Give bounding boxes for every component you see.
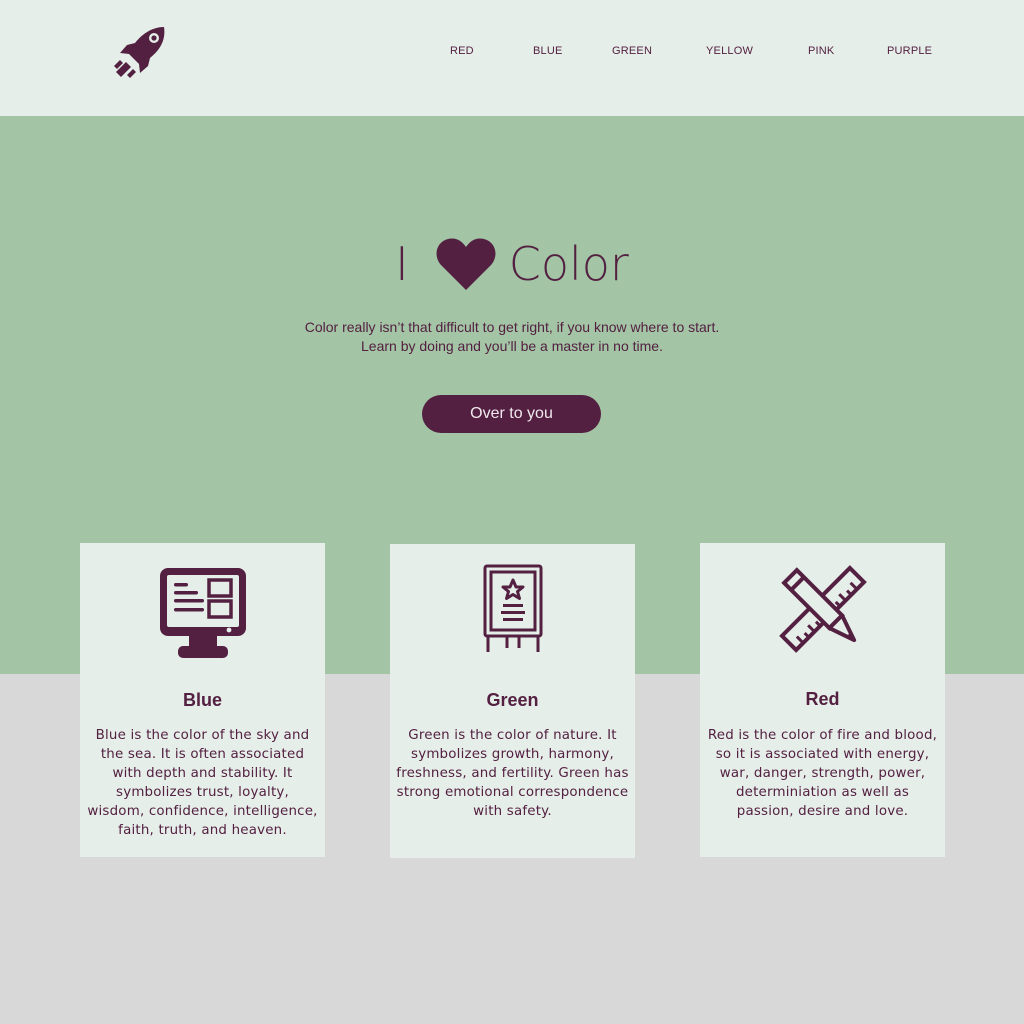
- hero-subtitle: Color really isn’t that difficult to get…: [0, 318, 1024, 356]
- card-title: Blue: [182, 690, 222, 710]
- site-header: RED BLUE GREEN YELLOW PINK PURPLE: [0, 0, 1024, 116]
- card-green: Green Green is the color of nature. It s…: [390, 544, 635, 858]
- card-text: Blue is the color of the sky and the sea…: [87, 728, 318, 838]
- nav-item-green[interactable]: GREEN: [612, 45, 652, 57]
- card-blue: Blue Blue is the color of the sky and th…: [80, 543, 325, 857]
- nav-item-blue[interactable]: BLUE: [533, 45, 563, 57]
- hero-subtitle-line1: Color really isn’t that difficult to get…: [304, 319, 720, 335]
- card-title: Green: [486, 690, 539, 710]
- nav-item-yellow[interactable]: YELLOW: [706, 45, 753, 57]
- heart-icon: [436, 238, 496, 290]
- hero-subtitle-line2: Learn by doing and you’ll be a master in…: [361, 338, 663, 354]
- monitor-icon: [159, 568, 246, 658]
- card-title: Red: [805, 689, 840, 709]
- nav-item-pink[interactable]: PINK: [808, 45, 834, 57]
- over-to-you-button[interactable]: Over to you: [422, 395, 601, 433]
- pencil-ruler-icon: [778, 565, 867, 653]
- hero-title-post: Color: [508, 237, 629, 291]
- nav-item-purple[interactable]: PURPLE: [887, 45, 932, 57]
- hero-title: I Color: [0, 230, 1024, 298]
- card-text: Red is the color of fire and blood, so i…: [707, 728, 938, 819]
- card-red: Red Red is the color of fire and blood, …: [700, 543, 945, 857]
- easel-board-icon: [483, 564, 542, 652]
- nav-item-red[interactable]: RED: [450, 45, 474, 57]
- hero-title-pre: I: [395, 237, 409, 291]
- rocket-icon[interactable]: [113, 24, 169, 80]
- card-text: Green is the color of nature. It symboli…: [396, 728, 629, 819]
